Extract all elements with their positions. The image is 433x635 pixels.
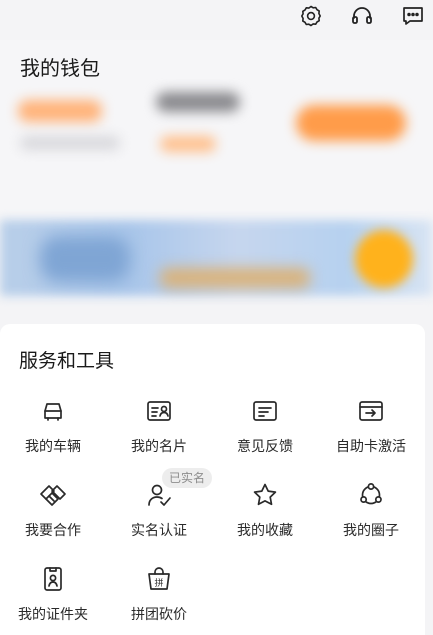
gear-icon[interactable] [298,3,324,29]
tools-title: 服务和工具 [19,350,115,372]
star-icon [250,480,280,510]
tool-my-card[interactable]: 我的名片 [106,396,212,456]
car-icon [38,396,68,426]
message-icon[interactable] [400,3,426,29]
banner-decoration [40,236,130,282]
tool-group-buy[interactable]: 拼 拼团砍价 [106,564,212,624]
wallet-section: 我的钱包 [0,40,433,300]
banner-decoration [355,230,413,288]
tool-card-activation[interactable]: 自助卡激活 [318,396,424,456]
verified-badge: 已实名 [162,468,213,488]
top-bar [0,0,433,40]
tool-real-name-verify[interactable]: 实名认证 [106,480,212,540]
wallet-title: 我的钱包 [20,56,100,80]
tool-my-vehicle[interactable]: 我的车辆 [0,396,106,456]
blurred-text [20,136,120,150]
blurred-button[interactable] [296,105,406,141]
tool-certificate-folder[interactable]: 我的证件夹 [0,564,106,624]
circle-group-icon [356,480,386,510]
id-card-icon [144,396,174,426]
certificate-icon [38,564,68,594]
blurred-tag [160,136,216,152]
tool-favorites[interactable]: 我的收藏 [212,480,318,540]
tools-section: 服务和工具 我的车辆 我的名片 意见反馈 自助卡激活 我要合作 实名认证 我的收… [0,324,425,635]
card-activate-icon [356,396,386,426]
banner-decoration [160,268,310,288]
blurred-value [156,92,240,112]
handshake-icon [38,480,68,510]
group-buy-icon: 拼 [144,564,174,594]
headset-icon[interactable] [349,3,375,29]
blurred-balance [18,100,102,122]
svg-text:拼: 拼 [154,577,163,589]
tool-feedback[interactable]: 意见反馈 [212,396,318,456]
feedback-icon [250,396,280,426]
tool-cooperate[interactable]: 我要合作 [0,480,106,540]
tool-my-circle[interactable]: 我的圈子 [318,480,424,540]
